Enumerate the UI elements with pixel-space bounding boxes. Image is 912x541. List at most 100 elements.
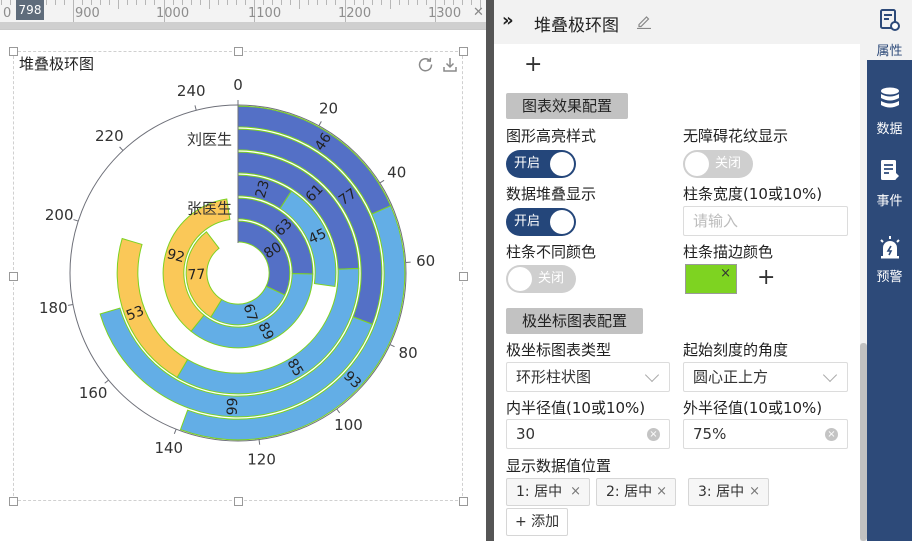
rail-label: 预警 <box>876 270 903 285</box>
add-component-button[interactable]: + <box>524 54 542 76</box>
angle-tick-label-20: 20 <box>319 99 338 117</box>
ruler-tick <box>9 0 11 5</box>
ruler-tick <box>73 0 74 22</box>
event-icon <box>881 160 899 180</box>
ruler-tick <box>444 0 446 5</box>
pencil-icon[interactable] <box>636 13 652 29</box>
section-polar-config[interactable]: 极坐标图表配置 <box>506 308 644 334</box>
ruler-tick <box>54 0 56 5</box>
toggle-text: 关闭 <box>715 156 742 171</box>
label-position-tag-2[interactable]: 2: 居中 × <box>596 478 676 506</box>
ruler-tick <box>462 0 464 5</box>
highlight-style-toggle[interactable]: 开启 <box>506 150 576 178</box>
toggle-knob <box>685 152 709 176</box>
angle-tick-label-140: 140 <box>154 439 183 457</box>
toggle-knob <box>550 152 574 176</box>
ruler-tick <box>136 0 138 5</box>
toggle-text: 开启 <box>514 156 541 171</box>
angle-tick-40 <box>379 179 385 184</box>
add-label-position-button[interactable]: + 添加 <box>506 508 569 536</box>
ruler-tick <box>281 0 283 5</box>
start-angle-select[interactable]: 圆心正上方 <box>683 362 848 392</box>
angle-tick-label-120: 120 <box>247 451 276 469</box>
angle-tick-100 <box>336 408 341 414</box>
ruler-tick <box>335 0 337 5</box>
collapse-panel-icon[interactable]: » <box>502 10 514 31</box>
ruler-label-1200: 1200 <box>338 6 372 21</box>
rail-item-properties[interactable]: 属性 <box>867 0 912 60</box>
bar-width-input[interactable]: 请输入 <box>683 206 848 236</box>
ruler-label-1100: 1100 <box>248 6 282 21</box>
ruler-tick <box>389 0 391 9</box>
ruler-tick <box>226 0 228 5</box>
ruler-tick <box>299 0 301 9</box>
inner-radius-input[interactable]: 30 × <box>506 419 670 449</box>
outer-radius-input[interactable]: 75% × <box>683 419 848 449</box>
angle-tick-label-180: 180 <box>39 299 68 317</box>
ruler-tick <box>63 0 65 5</box>
rail-label: 数据 <box>876 122 903 137</box>
right-nav-rail: 属性 数据 事件 预警 <box>867 0 912 541</box>
start-angle-label: 起始刻度的角度 <box>683 341 789 359</box>
ruler-tick <box>127 0 129 5</box>
ruler-label-900: 900 <box>75 6 100 21</box>
inner-radius-value: 30 <box>516 425 536 443</box>
stroke-color-swatch[interactable]: × <box>685 264 737 294</box>
panel-splitter[interactable] <box>486 0 494 541</box>
remove-tag-icon[interactable]: × <box>656 479 667 505</box>
toggle-text: 开启 <box>514 214 541 229</box>
rail-item-alarm[interactable]: 预警 <box>867 226 912 286</box>
design-canvas[interactable]: 堆叠极环图 80 67 77 63 89 92 23 45 61 85 53 77 99 46 93 张医生刘… <box>0 30 486 541</box>
remove-tag-icon[interactable]: × <box>749 479 760 505</box>
ruler-tick <box>154 0 156 5</box>
clear-input-icon[interactable]: × <box>647 428 660 441</box>
rail-item-events[interactable]: 事件 <box>867 150 912 210</box>
panel-scrollbar-thumb[interactable] <box>860 343 867 541</box>
properties-icon <box>880 9 900 31</box>
angle-tick-220 <box>119 146 124 151</box>
pattern-display-toggle[interactable]: 关闭 <box>683 150 753 178</box>
label-position-tag-1[interactable]: 1: 居中 × <box>506 478 590 506</box>
stack-display-label: 数据堆叠显示 <box>506 185 597 203</box>
angle-tick-label-160: 160 <box>79 384 108 402</box>
ruler-label-1000: 1000 <box>156 6 190 21</box>
ruler-tick <box>371 0 373 5</box>
stroke-color-label: 柱条描边颜色 <box>683 243 774 261</box>
section-chart-effects[interactable]: 图表效果配置 <box>506 93 629 119</box>
clear-color-icon[interactable]: × <box>720 266 731 281</box>
ruler-tick <box>398 0 400 5</box>
ruler-tick <box>263 0 265 5</box>
ruler-tick <box>172 0 174 5</box>
ruler-position-marker[interactable]: 798 <box>16 0 44 20</box>
alarm-icon <box>880 236 900 259</box>
ruler-tick <box>290 0 292 5</box>
rail-label: 属性 <box>876 44 903 59</box>
stack-display-toggle[interactable]: 开启 <box>506 208 576 236</box>
tag-text: 2: 居中 <box>606 484 653 500</box>
inner-radius-label: 内半径值(10或10%) <box>506 399 646 417</box>
angle-tick-label-80: 80 <box>399 344 418 362</box>
toggle-knob <box>508 267 532 291</box>
ruler-tick <box>208 0 210 9</box>
diff-color-toggle[interactable]: 关闭 <box>506 265 576 293</box>
ruler-tick <box>118 0 120 9</box>
remove-tag-icon[interactable]: × <box>570 479 581 505</box>
add-color-button[interactable]: + <box>757 267 775 289</box>
clear-input-icon[interactable]: × <box>825 428 838 441</box>
ruler-tick <box>181 0 183 5</box>
chevron-down-icon <box>644 367 660 383</box>
ruler-tick <box>380 0 382 5</box>
toggle-knob <box>550 210 574 234</box>
angle-tick-label-0: 0 <box>233 76 243 94</box>
ruler-tick <box>100 0 102 5</box>
label-position-tag-3[interactable]: 3: 居中 × <box>688 478 769 506</box>
ruler-tick <box>353 0 355 5</box>
rail-item-data[interactable]: 数据 <box>867 78 912 138</box>
angle-tick-20 <box>318 121 322 127</box>
ruler-close-icon[interactable]: ✕ <box>473 5 484 20</box>
polar-type-select[interactable]: 环形柱状图 <box>506 362 670 392</box>
ruler-tick <box>407 0 409 5</box>
angle-tick-label-40: 40 <box>387 163 406 181</box>
angle-tick-240 <box>194 105 197 111</box>
ruler-tick <box>145 0 147 5</box>
